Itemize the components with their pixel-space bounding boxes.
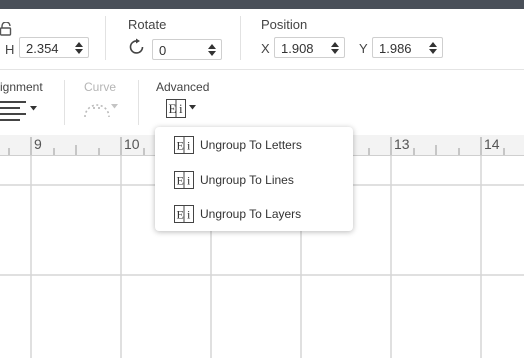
svg-text:E: E [169,101,177,116]
x-position-value: 1.908 [281,41,314,56]
ungroup-letters-icon: E i [174,136,194,159]
divider [138,80,139,125]
y-position-value: 1.986 [379,41,412,56]
x-position-stepper[interactable] [331,41,339,55]
menu-item-label: Ungroup To Layers [200,207,302,221]
top-bar [0,0,524,9]
svg-text:E: E [177,208,184,222]
menu-item-label: Ungroup To Letters [200,138,302,152]
toolbar-divider [0,69,524,70]
y-position-input[interactable]: 1.986 [372,37,443,58]
ungroup-text-icon: E i [166,99,196,118]
y-position-stepper[interactable] [429,41,437,55]
height-stepper[interactable] [75,41,83,55]
height-value: 2.354 [26,41,59,56]
align-icon[interactable] [0,99,40,126]
rotate-label: Rotate [128,17,167,32]
advanced-dropdown-menu: E i Ungroup To Letters E i Ungroup To Li… [155,127,353,231]
x-label: X [261,41,270,56]
menu-item-label: Ungroup To Lines [200,173,294,187]
menu-item-ungroup-to-letters[interactable]: E i Ungroup To Letters [155,130,353,160]
ruler-number: 10 [124,136,140,152]
divider [105,16,106,60]
lock-icon[interactable] [0,21,12,41]
curve-label: Curve [84,80,117,94]
svg-text:E: E [177,174,184,188]
alignment-label: ignment [0,80,43,94]
menu-item-ungroup-to-lines[interactable]: E i Ungroup To Lines [155,165,353,195]
height-input[interactable]: 2.354 [19,37,89,58]
rotate-stepper[interactable] [208,43,216,57]
advanced-button[interactable]: E i [166,99,198,124]
ruler-number: 13 [394,136,410,152]
curve-icon [83,97,119,126]
advanced-label: Advanced [156,80,210,94]
svg-text:i: i [179,101,183,116]
y-label: Y [359,41,368,56]
x-position-input[interactable]: 1.908 [274,37,345,58]
ruler-number: 14 [484,136,500,152]
divider [240,16,241,60]
rotate-icon [128,38,146,61]
rotate-value: 0 [159,43,167,58]
divider [64,80,65,125]
height-label: H [5,42,15,57]
position-label: Position [261,17,308,32]
svg-text:E: E [177,139,184,153]
ungroup-layers-icon: E i [174,205,194,228]
ungroup-lines-icon: E i [174,171,194,194]
rotate-input[interactable]: 0 [152,39,222,60]
menu-item-ungroup-to-layers[interactable]: E i Ungroup To Layers [155,199,353,229]
ruler-number: 9 [34,136,42,152]
